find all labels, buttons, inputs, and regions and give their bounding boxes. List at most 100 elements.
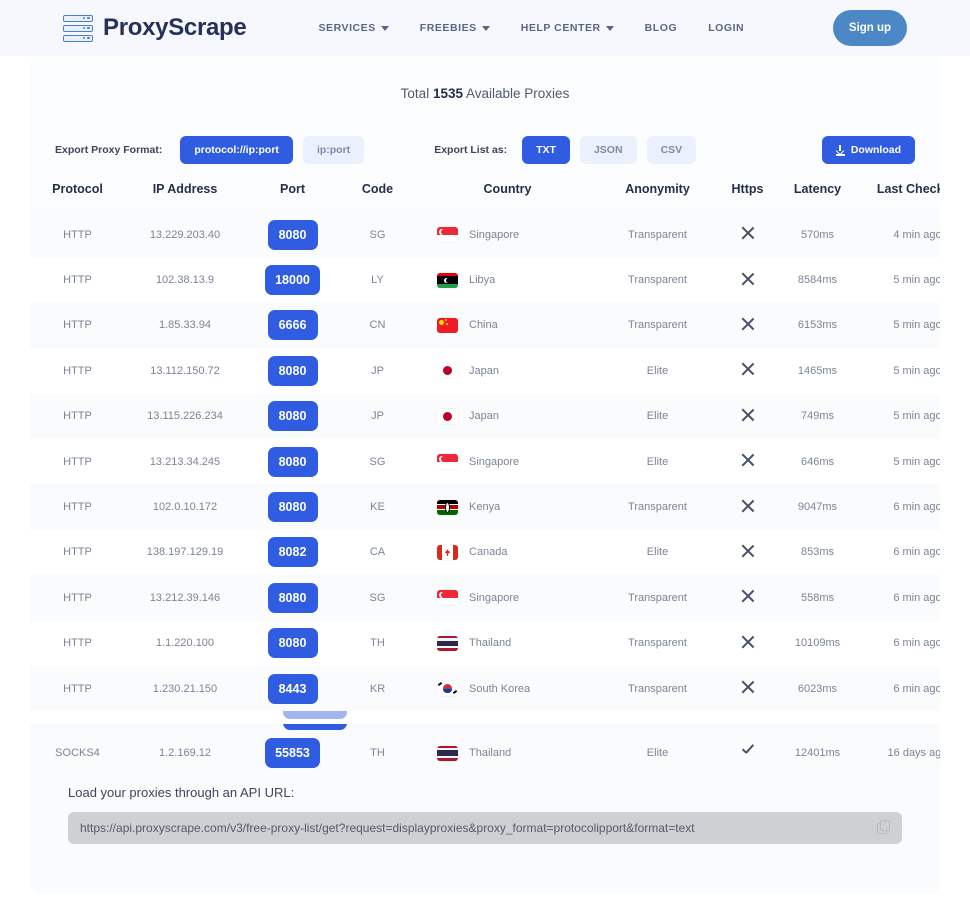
- cell-last-checked: 5 min ago: [855, 439, 940, 484]
- port-badge[interactable]: 8080: [268, 220, 318, 250]
- column-header-protocol[interactable]: Protocol: [30, 182, 125, 212]
- total-prefix: Total: [401, 86, 433, 101]
- download-label: Download: [851, 144, 901, 156]
- cell-code: KR: [340, 666, 415, 711]
- total-count: 1535: [433, 86, 463, 101]
- cell-anonymity: Transparent: [600, 621, 715, 666]
- port-badge[interactable]: 6666: [268, 310, 318, 340]
- cell-ip-address: 138.197.129.19: [125, 530, 245, 575]
- table-row[interactable]: HTTP13.229.203.408080SGSingaporeTranspar…: [30, 212, 940, 257]
- export-format-label: Export Proxy Format:: [55, 144, 162, 156]
- proxy-list-panel: Total 1535 Available Proxies Export Prox…: [30, 56, 940, 711]
- port-badge[interactable]: 8080: [268, 401, 318, 431]
- table-row[interactable]: HTTP13.112.150.728080JPJapanElite1465ms5…: [30, 348, 940, 393]
- cell-country: Kenya: [415, 484, 600, 529]
- port-badge[interactable]: 18000: [265, 265, 320, 295]
- column-header-port[interactable]: Port: [245, 182, 340, 212]
- port-badge[interactable]: 8080: [268, 447, 318, 477]
- table-row[interactable]: HTTP13.115.226.2348080JPJapanElite749ms5…: [30, 394, 940, 439]
- clipped-port-badge-top: [283, 724, 347, 730]
- cell-port: 8443: [245, 666, 340, 711]
- table-row[interactable]: HTTP1.1.220.1008080THThailandTransparent…: [30, 621, 940, 666]
- column-header-latency[interactable]: Latency: [780, 182, 855, 212]
- cell-code: JP: [340, 394, 415, 439]
- cell-anonymity: Elite: [600, 530, 715, 575]
- nav-item-freebies[interactable]: FREEBIES: [420, 22, 490, 34]
- nav-item-services[interactable]: SERVICES: [318, 22, 388, 34]
- table-row[interactable]: HTTP102.38.13.918000LYLibyaTransparent85…: [30, 257, 940, 302]
- cell-ip-address: 1.85.33.94: [125, 303, 245, 348]
- api-url-field[interactable]: https://api.proxyscrape.com/v3/free-prox…: [68, 812, 902, 844]
- table-row[interactable]: HTTP13.212.39.1468080SGSingaporeTranspar…: [30, 575, 940, 620]
- column-header-country[interactable]: Country: [415, 182, 600, 212]
- cell-code: TH: [340, 621, 415, 666]
- flag-icon-th: [437, 636, 458, 651]
- https-cross-icon: [741, 362, 755, 376]
- cell-anonymity: Elite: [600, 348, 715, 393]
- table-row[interactable]: HTTP102.0.10.1728080KEKenyaTransparent90…: [30, 484, 940, 529]
- port-badge[interactable]: 8080: [268, 583, 318, 613]
- column-header-code[interactable]: Code: [340, 182, 415, 212]
- port-badge[interactable]: 8082: [268, 537, 318, 567]
- sign-up-button[interactable]: Sign up: [833, 10, 907, 46]
- cell-country: Japan: [415, 348, 600, 393]
- nav-item-blog[interactable]: BLOG: [645, 22, 678, 34]
- format-option-protocol-ip-port[interactable]: protocol://ip:port: [180, 136, 293, 164]
- table-row[interactable]: HTTP138.197.129.198082CACanadaElite853ms…: [30, 530, 940, 575]
- total-suffix: Available Proxies: [463, 86, 569, 101]
- list-option-txt[interactable]: TXT: [522, 136, 570, 164]
- download-button[interactable]: Download: [822, 136, 915, 164]
- format-option-ip-port[interactable]: ip:port: [303, 136, 364, 164]
- column-header-https[interactable]: Https: [715, 182, 780, 212]
- cell-code: LY: [340, 257, 415, 302]
- export-list-label: Export List as:: [434, 144, 507, 156]
- cell-code: CA: [340, 530, 415, 575]
- server-stack-icon: [63, 15, 93, 42]
- column-header-anonymity[interactable]: Anonymity: [600, 182, 715, 212]
- main-nav: SERVICES FREEBIES HELP CENTER BLOG LOGIN: [318, 22, 744, 34]
- table-header-row: Protocol IP Address Port Code Country An…: [30, 182, 940, 212]
- clipped-port-badge: [283, 711, 347, 719]
- brand-name: ProxyScrape: [103, 14, 246, 42]
- port-badge[interactable]: 8080: [268, 628, 318, 658]
- country-name: South Korea: [469, 683, 530, 695]
- chevron-down-icon: [606, 26, 614, 31]
- port-badge[interactable]: 55853: [265, 738, 320, 768]
- tail-row-body: SOCKS41.2.169.1255853THThailandElite1240…: [30, 728, 940, 778]
- cell-protocol: HTTP: [30, 530, 125, 575]
- list-option-json[interactable]: JSON: [580, 136, 637, 164]
- cell-protocol: HTTP: [30, 621, 125, 666]
- port-badge[interactable]: 8080: [268, 492, 318, 522]
- api-panel: SOCKS41.2.169.1255853THThailandElite1240…: [30, 724, 940, 894]
- nav-item-login[interactable]: LOGIN: [708, 22, 744, 34]
- cell-country: Canada: [415, 530, 600, 575]
- cell-ip-address: 102.38.13.9: [125, 257, 245, 302]
- cell-https: [715, 666, 780, 711]
- column-header-last-checked[interactable]: Last Checked: [855, 182, 940, 212]
- cell-last-checked: 5 min ago: [855, 257, 940, 302]
- cell-port: 8080: [245, 484, 340, 529]
- cell-code: JP: [340, 348, 415, 393]
- cell-code: SG: [340, 212, 415, 257]
- download-icon: [836, 145, 845, 156]
- flag-icon-sg: [437, 590, 458, 605]
- cell-port: 6666: [245, 303, 340, 348]
- table-row[interactable]: SOCKS41.2.169.1255853THThailandElite1240…: [30, 728, 940, 778]
- flag-icon-jp: [437, 363, 458, 378]
- brand-logo[interactable]: ProxyScrape: [63, 14, 246, 42]
- table-row[interactable]: HTTP1.85.33.946666CNChinaTransparent6153…: [30, 303, 940, 348]
- cell-anonymity: Transparent: [600, 212, 715, 257]
- nav-item-help-center[interactable]: HELP CENTER: [521, 22, 614, 34]
- cell-last-checked: 5 min ago: [855, 394, 940, 439]
- port-badge[interactable]: 8443: [268, 674, 318, 704]
- flag-icon-ke: [437, 500, 458, 515]
- port-badge[interactable]: 8080: [268, 356, 318, 386]
- column-header-ip-address[interactable]: IP Address: [125, 182, 245, 212]
- table-row[interactable]: HTTP13.213.34.2458080SGSingaporeElite646…: [30, 439, 940, 484]
- table-row[interactable]: HTTP1.230.21.1508443KRSouth KoreaTranspa…: [30, 666, 940, 711]
- copy-icon[interactable]: [877, 820, 891, 835]
- https-cross-icon: [741, 272, 755, 286]
- list-option-csv[interactable]: CSV: [647, 136, 697, 164]
- cell-last-checked: 6 min ago: [855, 530, 940, 575]
- cell-last-checked: 6 min ago: [855, 621, 940, 666]
